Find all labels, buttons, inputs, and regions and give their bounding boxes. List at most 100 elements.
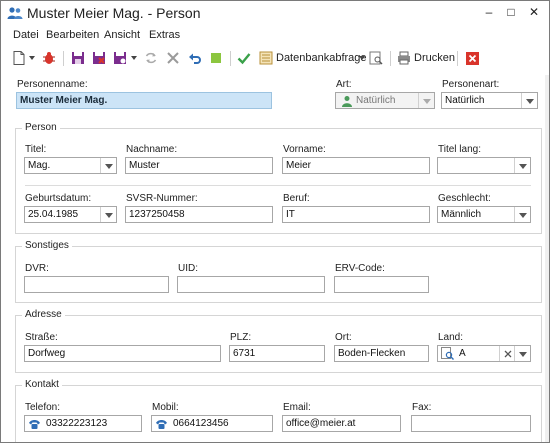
minimize-button[interactable]: – [481, 4, 497, 20]
titel-lang-combo[interactable] [437, 157, 531, 174]
refresh-icon[interactable] [143, 50, 159, 66]
strasse-field[interactable]: Dorfweg [24, 345, 221, 362]
ort-label: Ort: [335, 332, 352, 343]
sonstiges-group-title: Sonstiges [22, 240, 72, 251]
geburtsdatum-label: Geburtsdatum: [25, 193, 92, 204]
database-query-icon[interactable] [258, 50, 274, 66]
toolbar-separator [457, 51, 458, 66]
svsr-label: SVSR-Nummer: [126, 193, 198, 204]
email-label: Email: [283, 402, 311, 413]
titel-value: Mag. [28, 160, 51, 171]
close-red-icon[interactable] [464, 50, 480, 66]
menu-extras[interactable]: Extras [149, 29, 180, 41]
geburtsdatum-picker[interactable]: 25.04.1985 [24, 206, 117, 223]
personenart-label: Personenart: [442, 79, 500, 90]
plz-label: PLZ: [230, 332, 252, 343]
window-title: Muster Meier Mag. - Person [27, 5, 201, 21]
adresse-group-title: Adresse [22, 309, 65, 320]
menu-bearbeiten[interactable]: Bearbeiten [46, 29, 99, 41]
save-icon[interactable] [70, 50, 86, 66]
person-window: Muster Meier Mag. - Person – □ ✕ Datei B… [0, 0, 550, 443]
nachname-label: Nachname: [126, 144, 178, 155]
geschlecht-combo[interactable]: Männlich [437, 206, 531, 223]
dvr-label: DVR: [25, 263, 49, 274]
mobil-field[interactable]: 0664123456 [151, 415, 273, 432]
beruf-field[interactable]: IT [282, 206, 430, 223]
chevron-down-icon[interactable] [514, 346, 530, 361]
save-dropdown-caret[interactable] [131, 56, 137, 60]
chevron-down-icon[interactable] [514, 207, 530, 222]
mobil-label: Mobil: [152, 402, 179, 413]
vorname-label: Vorname: [283, 144, 326, 155]
titel-label: Titel: [25, 144, 47, 155]
titel-lang-label: Titel lang: [438, 144, 481, 155]
land-label: Land: [438, 332, 464, 343]
phone-icon[interactable] [27, 416, 42, 431]
toolbar-separator [390, 51, 391, 66]
geschlecht-value: Männlich [441, 209, 482, 220]
menu-datei[interactable]: Datei [13, 29, 39, 41]
personenname-label: Personenname: [17, 79, 88, 90]
ort-field[interactable]: Boden-Flecken [334, 345, 429, 362]
chevron-down-icon[interactable] [100, 207, 116, 222]
fax-label: Fax: [412, 402, 432, 413]
query-dropdown-caret[interactable] [359, 56, 365, 60]
stop-icon[interactable] [208, 50, 224, 66]
personenart-value: Natürlich [445, 95, 485, 106]
personenname-field[interactable]: Muster Meier Mag. [16, 92, 272, 109]
nachname-field[interactable]: Muster [125, 157, 273, 174]
personenart-combo[interactable]: Natürlich [441, 92, 538, 109]
search-icon[interactable] [440, 346, 455, 361]
save-close-icon[interactable] [91, 50, 107, 66]
clear-x-icon[interactable] [499, 346, 515, 361]
titel-combo[interactable]: Mag. [24, 157, 117, 174]
close-window-button[interactable]: ✕ [526, 4, 542, 20]
chevron-down-icon[interactable] [521, 93, 537, 108]
uid-label: UID: [178, 263, 198, 274]
people-icon [7, 6, 23, 20]
plz-field[interactable]: 6731 [229, 345, 325, 362]
strasse-label: Straße: [25, 332, 58, 343]
erv-code-field[interactable] [334, 276, 429, 293]
person-divider [25, 185, 531, 186]
phone-icon[interactable] [154, 416, 169, 431]
telefon-label: Telefon: [25, 402, 61, 413]
new-dropdown-caret[interactable] [29, 56, 35, 60]
toolbar: Datenbankabfrage Drucken [1, 49, 549, 69]
mobil-value: 0664123456 [173, 418, 229, 429]
bug-icon[interactable] [41, 50, 57, 66]
chevron-down-icon[interactable] [100, 158, 116, 173]
title-bar: Muster Meier Mag. - Person – □ ✕ [1, 1, 549, 25]
land-combo[interactable]: A [437, 345, 531, 362]
toolbar-separator [230, 51, 231, 66]
telefon-value: 03322223123 [46, 418, 108, 429]
dvr-field[interactable] [24, 276, 169, 293]
email-field[interactable]: office@meier.at [282, 415, 401, 432]
undo-icon[interactable] [187, 50, 203, 66]
scrollbar[interactable] [545, 75, 549, 442]
database-query-button[interactable]: Datenbankabfrage [276, 52, 367, 64]
svsr-field[interactable]: 1237250458 [125, 206, 273, 223]
sonstiges-group [15, 246, 542, 303]
art-label: Art: [336, 79, 352, 90]
toolbar-separator [63, 51, 64, 66]
person-icon [339, 93, 354, 108]
land-value: A [459, 348, 466, 359]
maximize-button[interactable]: □ [503, 4, 519, 20]
kontakt-group-title: Kontakt [22, 379, 62, 390]
chevron-down-icon[interactable] [514, 158, 530, 173]
art-combo[interactable]: Natürlich [335, 92, 435, 109]
menu-ansicht[interactable]: Ansicht [104, 29, 140, 41]
telefon-field[interactable]: 03322223123 [24, 415, 142, 432]
new-document-icon[interactable] [11, 50, 27, 66]
fax-field[interactable] [411, 415, 531, 432]
uid-field[interactable] [177, 276, 325, 293]
check-icon[interactable] [236, 50, 252, 66]
preview-icon[interactable] [368, 50, 384, 66]
print-icon[interactable] [396, 50, 412, 66]
print-button[interactable]: Drucken [414, 52, 455, 64]
vorname-field[interactable]: Meier [282, 157, 430, 174]
delete-x-icon[interactable] [165, 50, 181, 66]
save-copy-icon[interactable] [112, 50, 128, 66]
chevron-down-icon[interactable] [418, 93, 434, 108]
